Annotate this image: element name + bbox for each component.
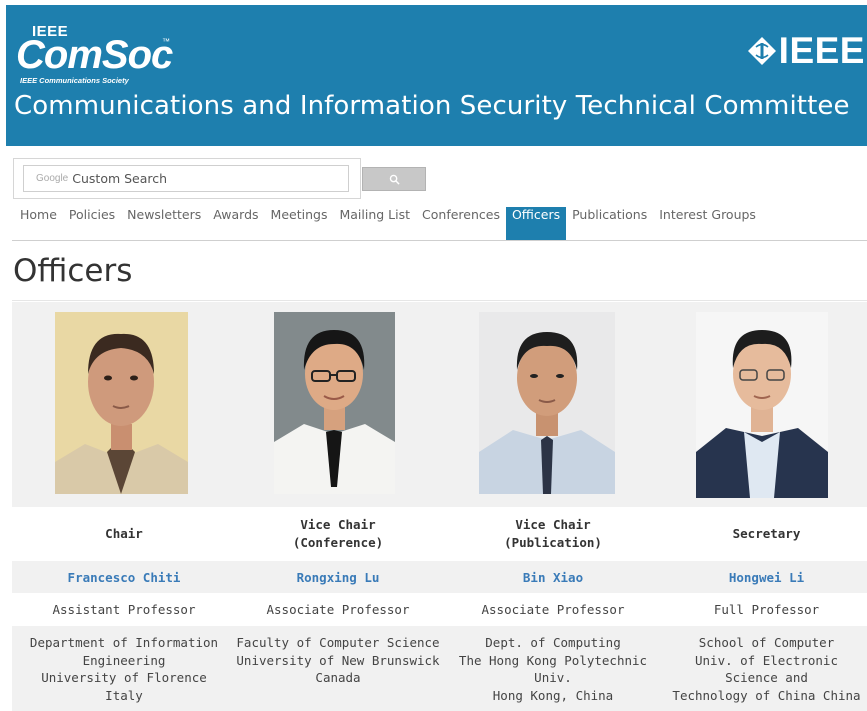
officer-department: Faculty of Computer Science University o… [236,626,440,711]
search-icon [389,174,400,185]
comsoc-logo[interactable]: IEEE ComSoc ™ IEEE Communications Societ… [16,23,176,85]
department-line: Canada [315,670,361,685]
google-mark: Google [36,173,69,184]
department-line: Hong Kong, China [492,687,614,703]
search-box: Google Custom Search [13,158,361,199]
officer-position: Full Professor [713,602,820,617]
officer-name-link[interactable]: Bin Xiao [440,561,666,593]
nav-conferences[interactable]: Conferences [416,207,506,240]
nav-awards[interactable]: Awards [207,207,264,240]
department-row: Department of Information Engineering Un… [12,626,867,711]
department-line: School of Computer [698,635,835,650]
officer-position: Associate Professor [481,602,625,617]
officer-role: Vice Chair (Publication) [440,507,666,561]
site-header: IEEE ComSoc ™ IEEE Communications Societ… [6,5,867,146]
nav-meetings[interactable]: Meetings [265,207,334,240]
nav-newsletters[interactable]: Newsletters [121,207,207,240]
role-line: Vice Chair [300,517,376,532]
name-row: Francesco Chiti Rongxing Lu Bin Xiao Hon… [12,561,867,593]
officer-role: Chair [12,507,236,561]
ieee-wordmark: IEEE [778,30,865,71]
officer-photo-xiao [479,312,615,494]
nav-divider [12,240,867,241]
department-line: The Hong Kong Polytechnic [458,652,648,668]
officer-name-link[interactable]: Francesco Chiti [12,561,236,593]
nav-mailing-list[interactable]: Mailing List [333,207,416,240]
nav-interest-groups[interactable]: Interest Groups [653,207,762,240]
main-nav: Home Policies Newsletters Awards Meeting… [14,207,762,240]
officer-department: Department of Information Engineering Un… [12,626,236,711]
officer-role: Secretary [666,507,867,561]
search-button[interactable] [362,167,426,191]
site-title[interactable]: Communications and Information Security … [14,91,850,121]
page-title: Officers [13,253,133,289]
position-row: Assistant Professor Associate Professor … [12,593,867,626]
role-row: Chair Vice Chair (Conference) Vice Chair… [12,507,867,561]
title-divider [12,300,867,301]
nav-publications[interactable]: Publications [566,207,653,240]
department-line: Univ. of Electronic Science and [695,652,838,686]
nav-officers[interactable]: Officers [505,207,567,240]
officer-photo-chiti [55,312,188,494]
officer-name-link[interactable]: Hongwei Li [666,561,867,593]
logo-trademark: ™ [162,37,170,46]
role-line: Chair [105,526,143,541]
department-line: Univ. [534,670,572,685]
nav-home[interactable]: Home [14,207,63,240]
ieee-logo[interactable]: IEEE [747,31,865,71]
role-line: (Conference) [292,535,384,550]
logo-comsoc-text: ComSoc [16,33,173,77]
department-line: University of Florence [41,670,207,685]
department-line: University of New Brunswick [236,652,440,668]
officer-department: Dept. of Computing The Hong Kong Polytec… [440,626,666,711]
officer-name-link[interactable]: Rongxing Lu [236,561,440,593]
photo-row [12,302,867,507]
search-input[interactable]: Google Custom Search [23,165,349,192]
department-line: Technology of China China [672,687,861,703]
department-line: Department of Information [29,635,219,650]
officer-photo-lu [274,312,395,494]
department-line: Engineering [82,652,166,668]
ieee-diamond-icon [747,37,776,65]
officer-position: Assistant Professor [52,602,196,617]
role-line: Secretary [732,526,801,541]
officer-photo-li [696,312,828,498]
search-placeholder: Custom Search [72,171,168,186]
officer-role: Vice Chair (Conference) [236,507,440,561]
officer-position: Associate Professor [266,602,410,617]
role-line: Vice Chair [515,517,591,532]
nav-policies[interactable]: Policies [63,207,121,240]
department-line: Dept. of Computing [485,635,621,650]
role-line: (Publication) [504,535,602,550]
logo-subtitle: IEEE Communications Society [20,76,129,85]
officer-department: School of Computer Univ. of Electronic S… [666,626,867,711]
department-line: Italy [105,687,143,703]
department-line: Faculty of Computer Science [236,635,440,650]
